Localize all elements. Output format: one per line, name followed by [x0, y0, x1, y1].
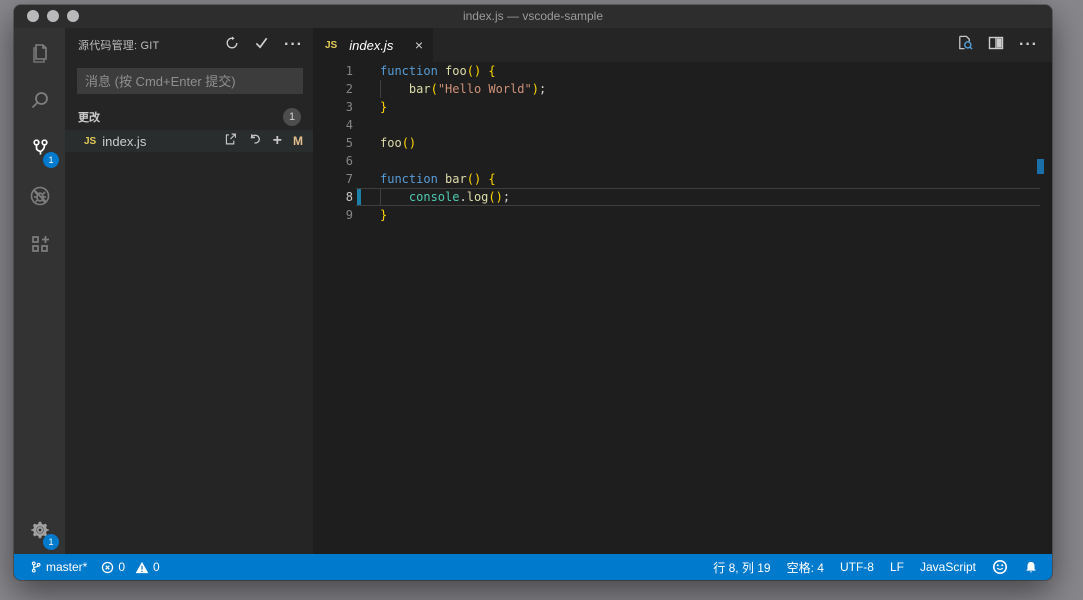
vscode-window: index.js — vscode-sample	[14, 5, 1052, 580]
code-line: 8 console.log();	[313, 188, 1052, 206]
commit-message-input[interactable]	[77, 68, 303, 94]
changed-file-name: index.js	[102, 134, 223, 149]
more-actions-icon[interactable]: ···	[284, 36, 303, 54]
refresh-icon[interactable]	[225, 36, 239, 55]
code-line: 5 foo()	[313, 134, 1052, 152]
tab-indexjs[interactable]: JS index.js ×	[313, 28, 433, 62]
warning-count: 0	[153, 560, 160, 574]
commit-check-icon[interactable]	[254, 35, 269, 55]
error-icon	[101, 561, 114, 574]
more-actions-icon[interactable]: ···	[1019, 36, 1038, 54]
notifications-bell-icon[interactable]	[1024, 560, 1038, 575]
tab-label: index.js	[349, 38, 413, 53]
code-text: bar("Hello World");	[380, 80, 546, 98]
open-changes-icon[interactable]	[956, 34, 973, 56]
line-number: 5	[313, 134, 353, 152]
discard-changes-icon[interactable]	[248, 132, 262, 151]
changes-label: 更改	[78, 109, 283, 125]
line-number: 1	[313, 62, 353, 80]
code-text: }	[380, 206, 387, 224]
activity-source-control[interactable]: 1	[14, 124, 65, 172]
activity-debug[interactable]	[14, 172, 65, 220]
error-count: 0	[118, 560, 125, 574]
code-line: 1 function foo() {	[313, 62, 1052, 80]
changed-file-row[interactable]: JS index.js	[65, 130, 313, 152]
code-line: 4	[313, 116, 1052, 134]
settings-badge: 1	[43, 534, 59, 550]
split-editor-icon[interactable]	[988, 35, 1004, 56]
line-number: 7	[313, 170, 353, 188]
code-text: console.log();	[380, 188, 510, 206]
code-line: 9}	[313, 206, 1052, 224]
git-branch-status[interactable]: master*	[30, 560, 87, 574]
js-file-icon: JS	[325, 40, 337, 51]
indentation-status[interactable]: 空格: 4	[787, 559, 824, 576]
activity-bar: 1	[14, 28, 65, 554]
editor-group: JS index.js ×	[313, 28, 1052, 554]
close-tab-icon[interactable]: ×	[413, 38, 425, 52]
sidebar-header: 源代码管理: GIT ···	[65, 28, 313, 62]
code-line: 3}	[313, 98, 1052, 116]
changes-count-badge: 1	[283, 108, 301, 126]
source-control-badge: 1	[43, 152, 59, 168]
line-number: 2	[313, 80, 353, 98]
code-text: }	[380, 98, 387, 116]
activity-extensions[interactable]	[14, 220, 65, 268]
title-bar: index.js — vscode-sample	[14, 5, 1052, 28]
code-editor[interactable]: 1function foo() {2 bar("Hello World");3}…	[313, 62, 1052, 554]
encoding-status[interactable]: UTF-8	[840, 560, 874, 574]
line-number: 6	[313, 152, 353, 170]
cursor-position-status[interactable]: 行 8, 列 19	[713, 559, 770, 576]
open-file-icon[interactable]	[224, 132, 237, 151]
search-icon	[28, 88, 52, 112]
branch-icon	[30, 560, 42, 574]
line-number: 9	[313, 206, 353, 224]
js-file-icon: JS	[84, 136, 96, 147]
eol-status[interactable]: LF	[890, 560, 904, 574]
warning-icon	[135, 561, 149, 574]
stage-changes-icon[interactable]: +	[273, 134, 282, 148]
changes-section-header[interactable]: 更改 1	[65, 106, 313, 128]
activity-settings[interactable]: 1	[14, 506, 65, 554]
activity-explorer[interactable]	[14, 28, 65, 76]
language-mode-status[interactable]: JavaScript	[920, 560, 976, 574]
code-text: function bar() {	[380, 170, 496, 188]
desktop-background: index.js — vscode-sample	[0, 0, 1083, 600]
code-text: foo()	[380, 134, 416, 152]
git-status-modified: M	[293, 134, 303, 148]
sidebar-title: 源代码管理: GIT	[78, 37, 225, 53]
extensions-icon	[28, 232, 52, 256]
code-line: 7 function bar() {	[313, 170, 1052, 188]
line-number: 8	[313, 188, 353, 206]
tab-bar-empty	[433, 28, 956, 62]
code-line: 2 bar("Hello World");	[313, 80, 1052, 98]
tab-bar: JS index.js ×	[313, 28, 1052, 62]
window-title: index.js — vscode-sample	[14, 9, 1052, 23]
source-control-sidebar: 源代码管理: GIT ···	[65, 28, 313, 554]
status-bar: master* 0 0	[14, 554, 1052, 580]
explorer-icon	[28, 40, 52, 64]
overview-ruler-cursor-marker	[1037, 159, 1044, 174]
feedback-smiley-icon[interactable]	[992, 559, 1008, 575]
problems-status[interactable]: 0 0	[101, 560, 159, 574]
line-number: 3	[313, 98, 353, 116]
debug-icon	[28, 184, 52, 208]
code-text: function foo() {	[380, 62, 496, 80]
activity-search[interactable]	[14, 76, 65, 124]
line-number: 4	[313, 116, 353, 134]
code-line: 6	[313, 152, 1052, 170]
branch-name: master*	[46, 560, 87, 574]
